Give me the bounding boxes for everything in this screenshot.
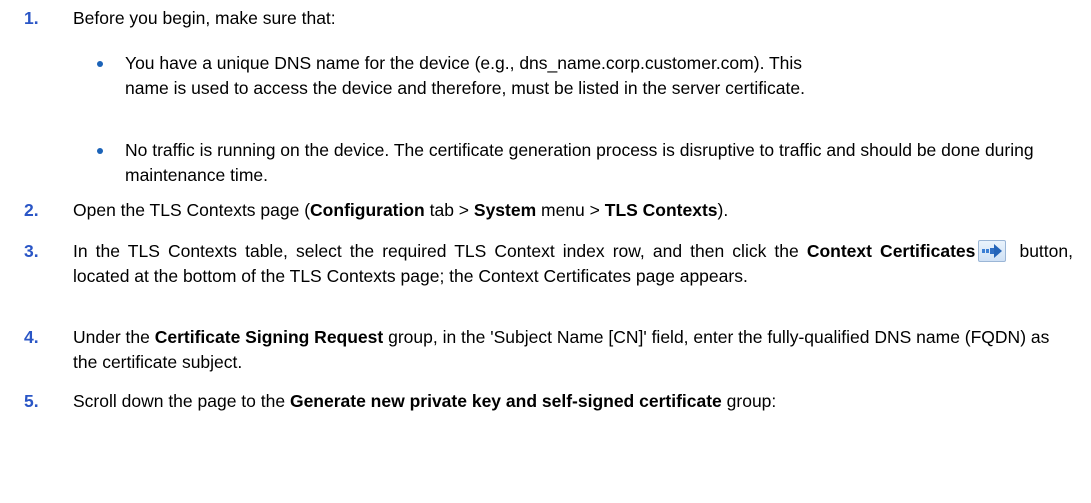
- step-number: 3.: [24, 241, 39, 261]
- step-text: Open the TLS Contexts page (Configuratio…: [73, 200, 729, 220]
- step-number: 4.: [24, 327, 39, 347]
- system-menu-ref: System: [473, 200, 537, 220]
- configuration-tab-ref: Configuration: [310, 200, 425, 220]
- arrow-right-icon: [978, 240, 1007, 262]
- bullet-text: No traffic is running on the device. The…: [125, 140, 1034, 185]
- document-page: 1. Before you begin, make sure that: You…: [0, 0, 1091, 503]
- bullet-text: You have a unique DNS name for the devic…: [125, 53, 805, 98]
- step-number: 5.: [24, 391, 39, 411]
- step-number: 1.: [24, 8, 39, 28]
- tls-contexts-ref: TLS Contexts: [604, 200, 718, 220]
- step-text: Before you begin, make sure that:: [73, 8, 336, 28]
- step-number: 2.: [24, 200, 39, 220]
- context-certificates-ref: Context Certificates: [806, 241, 976, 261]
- bullet-dot: [97, 61, 103, 67]
- certificate-signing-request-ref: Certificate Signing Request: [154, 327, 384, 347]
- step-text: Scroll down the page to the Generate new…: [73, 391, 777, 411]
- generate-key-group-ref: Generate new private key and self-signed…: [289, 391, 722, 411]
- step-text: In the TLS Contexts table, select the re…: [73, 240, 1073, 286]
- bullet-dot: [97, 148, 103, 154]
- step-text: Under the Certificate Signing Request gr…: [73, 327, 1050, 372]
